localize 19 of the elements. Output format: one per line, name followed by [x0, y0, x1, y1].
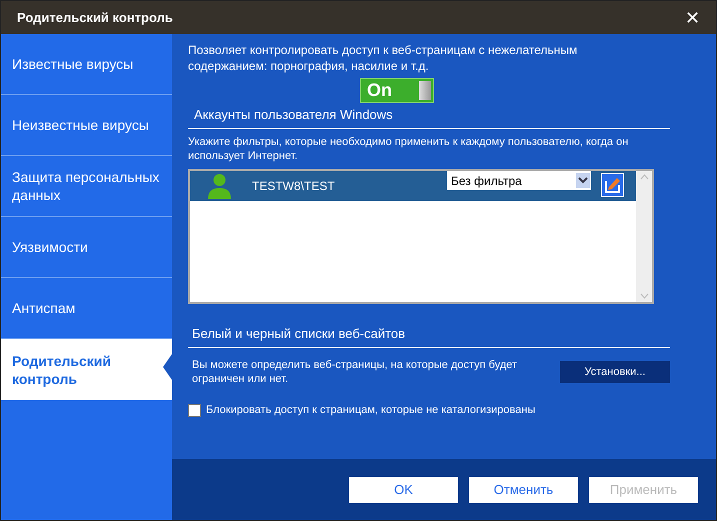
- intro-text: Позволяет контролировать доступ к веб-страницам с нежелательным содержанием: порнография, насилие и т.д.: [188, 42, 578, 74]
- window-title: Родительский контроль: [17, 8, 173, 27]
- checkbox[interactable]: [188, 404, 201, 417]
- dialog-button[interactable]: OK: [349, 476, 458, 502]
- user-icon: [208, 172, 231, 198]
- lists-text: Вы можете определить веб-страницы, на которые доступ будет ограничен или нет.: [192, 358, 518, 386]
- sidebar-item[interactable]: Родительский контроль: [1, 339, 172, 400]
- section-heading: Аккаунты пользователя Windows: [188, 105, 670, 128]
- user-row[interactable]: TESTW8\TEST Без фильтра: [190, 170, 636, 200]
- hint-text: Укажите фильтры, которые необходимо применить к каждому пользователю, когда он использует Интернет.: [188, 134, 630, 162]
- user-name: TESTW8\TEST: [252, 178, 336, 194]
- section-heading: Белый и черный списки веб-сайтов: [188, 324, 670, 348]
- on-off-toggle[interactable]: On: [360, 78, 434, 103]
- settings-button[interactable]: Установки...: [560, 361, 670, 383]
- edit-icon[interactable]: [601, 172, 624, 196]
- dialog-button[interactable]: Отменить: [469, 476, 578, 502]
- filter-dropdown[interactable]: Без фильтра: [447, 171, 591, 190]
- checkbox-label: Блокировать доступ к страницам, которые не каталогизированы: [206, 403, 536, 418]
- close-button[interactable]: ✕: [685, 8, 700, 26]
